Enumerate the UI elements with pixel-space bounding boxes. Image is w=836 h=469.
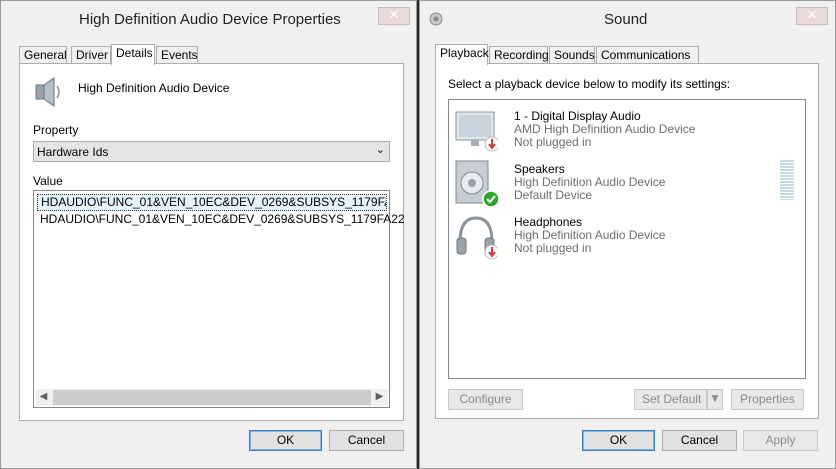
set-default-button[interactable]: Set Default xyxy=(634,389,707,410)
value-listbox[interactable]: HDAUDIO\FUNC_01&VEN_10EC&DEV_0269&SUBSYS… xyxy=(33,190,405,408)
cancel-button[interactable]: Cancel xyxy=(329,430,404,451)
scroll-thumb[interactable] xyxy=(53,390,371,405)
device-driver: AMD High Definition Audio Device xyxy=(514,122,696,136)
cancel-button[interactable]: Cancel xyxy=(662,430,737,451)
speaker-icon xyxy=(35,77,60,107)
headphones-icon xyxy=(456,216,498,260)
sound-app-icon xyxy=(429,12,443,26)
volume-level-meter xyxy=(780,160,794,200)
device-status: Default Device xyxy=(514,188,593,202)
tab-events[interactable]: Events xyxy=(156,46,198,64)
value-item-selected[interactable]: HDAUDIO\FUNC_01&VEN_10EC&DEV_0269&SUBSYS… xyxy=(37,194,387,211)
horizontal-scrollbar[interactable]: ◀ ▶ xyxy=(35,389,388,406)
device-list[interactable]: 1 - Digital Display Audio AMD High Defin… xyxy=(448,99,806,379)
property-dropdown[interactable]: Hardware Ids ⌄ xyxy=(33,141,390,162)
tab-driver[interactable]: Driver xyxy=(71,46,111,64)
device-status: Not plugged in xyxy=(514,135,592,149)
tab-sounds[interactable]: Sounds xyxy=(549,46,595,64)
device-item-speakers[interactable]: Speakers High Definition Audio Device De… xyxy=(451,159,801,211)
window-title: Sound xyxy=(604,11,648,28)
ok-button[interactable]: OK xyxy=(582,430,655,451)
tab-recording[interactable]: Recording xyxy=(489,46,549,64)
title-bar[interactable]: High Definition Audio Device Properties … xyxy=(1,1,416,39)
device-name: Headphones xyxy=(514,215,583,229)
tab-playback[interactable]: Playback xyxy=(435,44,489,65)
set-default-dropdown[interactable]: ▼ xyxy=(707,389,723,410)
value-item[interactable]: HDAUDIO\FUNC_01&VEN_10EC&DEV_0269&SUBSYS… xyxy=(40,212,405,226)
speaker-icon xyxy=(455,160,498,207)
details-panel: High Definition Audio Device Property Ha… xyxy=(19,63,405,421)
tab-communications[interactable]: Communications xyxy=(596,46,699,64)
apply-button[interactable]: Apply xyxy=(743,430,818,451)
tab-general[interactable]: General xyxy=(19,46,67,64)
device-properties-window: High Definition Audio Device Properties … xyxy=(0,0,417,469)
device-item-headphones[interactable]: Headphones High Definition Audio Device … xyxy=(451,212,801,264)
properties-button[interactable]: Properties xyxy=(731,389,804,410)
chevron-down-icon: ▼ xyxy=(711,394,719,404)
chevron-down-icon: ⌄ xyxy=(375,143,385,156)
instruction-text: Select a playback device below to modify… xyxy=(448,77,731,91)
tab-details[interactable]: Details xyxy=(111,44,155,65)
device-name: High Definition Audio Device xyxy=(78,81,230,95)
property-label: Property xyxy=(33,123,79,137)
monitor-icon xyxy=(455,111,498,152)
sound-window: Sound ✕ Playback Recording Sounds Commun… xyxy=(419,0,836,469)
device-name: 1 - Digital Display Audio xyxy=(514,109,641,123)
device-driver: High Definition Audio Device xyxy=(514,228,666,242)
close-button[interactable]: ✕ xyxy=(796,7,828,25)
playback-panel: Select a playback device below to modify… xyxy=(435,63,819,419)
device-name: Speakers xyxy=(514,162,565,176)
device-status: Not plugged in xyxy=(514,241,592,255)
scroll-left-icon[interactable]: ◀ xyxy=(35,389,52,406)
value-label: Value xyxy=(33,174,63,188)
window-title: High Definition Audio Device Properties xyxy=(79,11,341,28)
device-item-digital-display[interactable]: 1 - Digital Display Audio AMD High Defin… xyxy=(451,106,801,158)
ok-button[interactable]: OK xyxy=(249,430,322,451)
close-button[interactable]: ✕ xyxy=(378,7,410,25)
property-selected-value: Hardware Ids xyxy=(37,145,109,159)
configure-button[interactable]: Configure xyxy=(448,389,523,410)
scroll-right-icon[interactable]: ▶ xyxy=(371,389,388,406)
device-driver: High Definition Audio Device xyxy=(514,175,666,189)
title-bar[interactable]: Sound ✕ xyxy=(420,1,835,39)
